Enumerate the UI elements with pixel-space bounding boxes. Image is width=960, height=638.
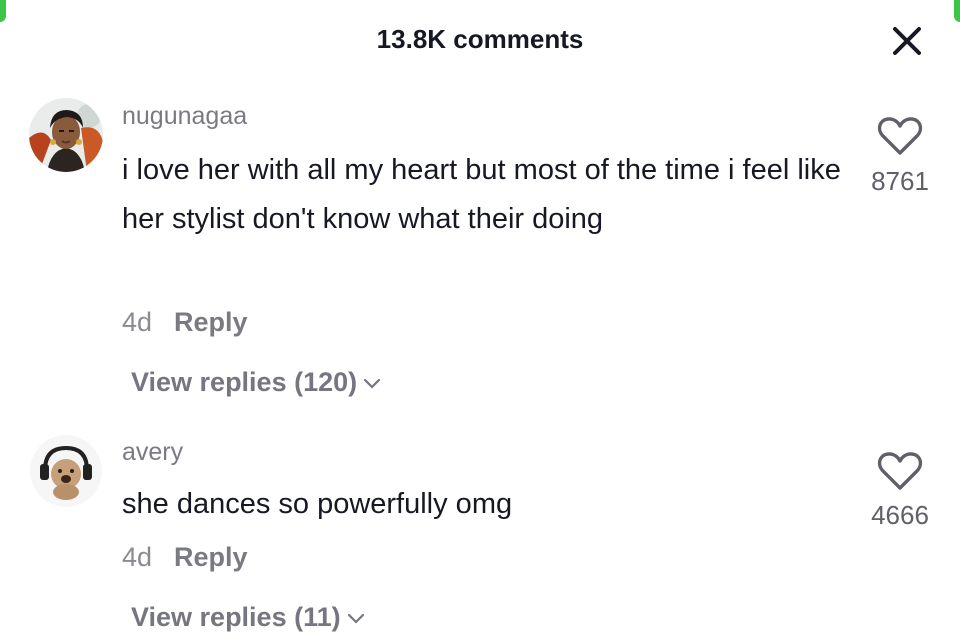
like-count: 8761 [871, 166, 929, 196]
view-replies-label: View replies (120) [131, 367, 358, 397]
like-button[interactable] [877, 115, 923, 157]
comment-meta: 4d Reply [122, 542, 248, 573]
view-replies-button[interactable]: View replies (11) [131, 602, 365, 633]
comment-meta: 4d Reply [122, 307, 248, 338]
reply-button[interactable]: Reply [174, 307, 248, 337]
comment-date: 4d [122, 307, 153, 337]
avatar[interactable] [29, 98, 103, 172]
heart-outline-icon [877, 452, 923, 490]
like-button[interactable] [877, 450, 923, 492]
view-replies-label: View replies (11) [131, 602, 341, 632]
comment-username[interactable]: avery [122, 438, 183, 467]
chevron-down-icon [364, 378, 381, 389]
comment-date: 4d [122, 542, 153, 572]
comments-count-title: 13.8K comments [376, 24, 584, 54]
heart-outline-icon [877, 117, 923, 155]
like-count: 4666 [871, 500, 929, 530]
close-button[interactable] [888, 22, 926, 60]
chevron-down-icon [347, 613, 364, 624]
window-edge-right [954, 0, 960, 22]
comment-text: i love her with all my heart but most of… [122, 154, 841, 235]
avatar[interactable] [29, 434, 103, 508]
window-edge-left [0, 0, 6, 22]
comment-text: she dances so powerfully omg [122, 488, 513, 520]
reply-button[interactable]: Reply [174, 542, 248, 572]
close-icon [893, 27, 921, 55]
view-replies-button[interactable]: View replies (120) [131, 367, 381, 398]
comment-username[interactable]: nugunagaa [122, 102, 247, 131]
